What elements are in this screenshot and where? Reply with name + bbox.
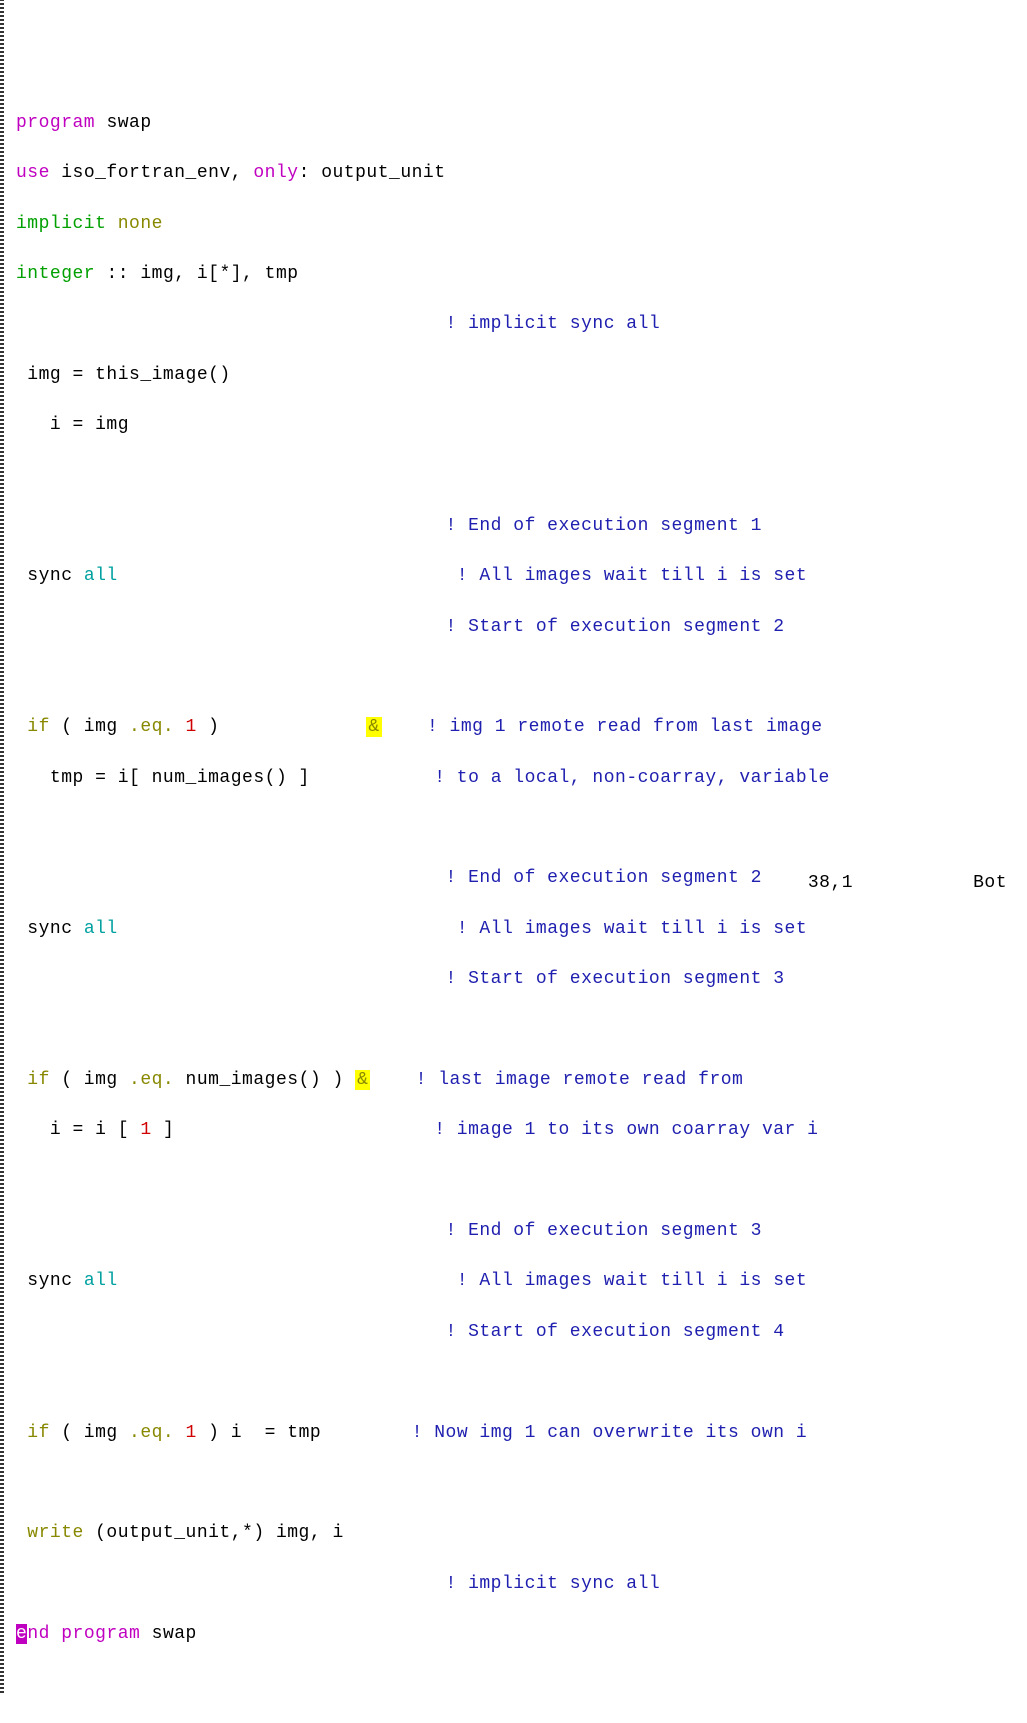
code-line: sync all ! All images wait till i is set bbox=[16, 917, 1027, 942]
comment: ! to a local, non-coarray, variable bbox=[434, 768, 830, 788]
code-editor: program swap use iso_fortran_env, only: … bbox=[0, 0, 1027, 1723]
rest: ) i = tmp bbox=[197, 1423, 321, 1443]
code-line: sync all ! All images wait till i is set bbox=[16, 1269, 1027, 1294]
keyword-program: program bbox=[16, 113, 95, 133]
keyword-program: program bbox=[50, 1624, 140, 1644]
keyword-none: none bbox=[118, 214, 163, 234]
code-line: ! End of execution segment 3 bbox=[16, 1219, 1027, 1244]
write-args: (output_unit,*) img, i bbox=[84, 1523, 344, 1543]
code-line: ! Start of execution segment 4 bbox=[16, 1320, 1027, 1345]
operator-eq: .eq. bbox=[129, 1070, 174, 1090]
keyword-if: if bbox=[16, 1423, 50, 1443]
code-line: use iso_fortran_env, only: output_unit bbox=[16, 161, 1027, 186]
module-name: iso_fortran_env bbox=[61, 163, 231, 183]
code-line: tmp = i[ num_images() ] ! to a local, no… bbox=[16, 766, 1027, 791]
cursor: e bbox=[16, 1624, 27, 1644]
comment: ! Now img 1 can overwrite its own i bbox=[412, 1423, 808, 1443]
comment: ! Start of execution segment 2 bbox=[445, 617, 784, 637]
paren: ( img bbox=[50, 1070, 129, 1090]
comment: ! Start of execution segment 4 bbox=[445, 1322, 784, 1342]
declarations: :: img, i[*], tmp bbox=[106, 264, 298, 284]
cursor-position: 38,1 bbox=[808, 871, 853, 896]
keyword-only: only bbox=[253, 163, 298, 183]
comment: ! All images wait till i is set bbox=[457, 566, 807, 586]
code-line: ! implicit sync all bbox=[16, 312, 1027, 337]
code-line bbox=[16, 1169, 1027, 1194]
number-literal: 1 bbox=[174, 1423, 197, 1443]
keyword-implicit: implicit bbox=[16, 214, 106, 234]
operator-eq: .eq. bbox=[129, 717, 174, 737]
comment: ! End of execution segment 1 bbox=[445, 516, 761, 536]
scroll-location: Bot bbox=[973, 871, 1007, 896]
code-line: ! Start of execution segment 3 bbox=[16, 967, 1027, 992]
code-line: i = img bbox=[16, 413, 1027, 438]
comment: ! All images wait till i is set bbox=[457, 919, 807, 939]
number-literal: 1 bbox=[174, 717, 197, 737]
code-line: if ( img .eq. num_images() ) & ! last im… bbox=[16, 1068, 1027, 1093]
assignment: i = img bbox=[16, 415, 129, 435]
keyword-write: write bbox=[16, 1523, 84, 1543]
code-line: integer :: img, i[*], tmp bbox=[16, 262, 1027, 287]
close-paren: ) bbox=[197, 717, 220, 737]
sync-stmt: sync bbox=[16, 566, 84, 586]
paren: ( img bbox=[50, 717, 129, 737]
continuation-amp: & bbox=[355, 1070, 370, 1090]
code-line: ! End of execution segment 1 bbox=[16, 514, 1027, 539]
comment: ! image 1 to its own coarray var i bbox=[434, 1120, 818, 1140]
code-line: sync all ! All images wait till i is set bbox=[16, 564, 1027, 589]
code-line: ! implicit sync all bbox=[16, 1572, 1027, 1597]
operator-eq: .eq. bbox=[129, 1423, 174, 1443]
code-line: img = this_image() bbox=[16, 363, 1027, 388]
assignment: tmp = i[ num_images() ] bbox=[16, 768, 310, 788]
sync-stmt: sync bbox=[16, 1271, 84, 1291]
code-line: write (output_unit,*) img, i bbox=[16, 1521, 1027, 1546]
program-name: swap bbox=[140, 1624, 197, 1644]
unit-name: output_unit bbox=[321, 163, 445, 183]
comment: ! All images wait till i is set bbox=[457, 1271, 807, 1291]
fold-column bbox=[0, 0, 4, 1693]
keyword-all: all bbox=[84, 566, 118, 586]
code-line bbox=[16, 816, 1027, 841]
code-line: end program swap bbox=[16, 1622, 1027, 1647]
keyword-if: if bbox=[16, 1070, 50, 1090]
comment: ! last image remote read from bbox=[416, 1070, 744, 1090]
continuation-amp: & bbox=[366, 717, 381, 737]
code-line: ! Start of execution segment 2 bbox=[16, 615, 1027, 640]
code-line bbox=[16, 1471, 1027, 1496]
keyword-end: nd bbox=[27, 1624, 50, 1644]
code-line bbox=[16, 665, 1027, 690]
keyword-integer: integer bbox=[16, 264, 95, 284]
code-line bbox=[16, 1018, 1027, 1043]
keyword-all: all bbox=[84, 919, 118, 939]
code-line bbox=[16, 1370, 1027, 1395]
status-bar: 38,1 Bot bbox=[0, 867, 1027, 900]
code-line bbox=[16, 463, 1027, 488]
comment: ! img 1 remote read from last image bbox=[427, 717, 823, 737]
program-name: swap bbox=[106, 113, 151, 133]
sync-stmt: sync bbox=[16, 919, 84, 939]
paren: ( img bbox=[50, 1423, 129, 1443]
comment: ! implicit sync all bbox=[445, 314, 660, 334]
comment: ! End of execution segment 3 bbox=[445, 1221, 761, 1241]
comment: ! implicit sync all bbox=[445, 1574, 660, 1594]
code-line: program swap bbox=[16, 111, 1027, 136]
code-line: if ( img .eq. 1 ) & ! img 1 remote read … bbox=[16, 715, 1027, 740]
code-line: i = i [ 1 ] ! image 1 to its own coarray… bbox=[16, 1118, 1027, 1143]
assignment: img = this_image() bbox=[16, 365, 231, 385]
keyword-if: if bbox=[16, 717, 50, 737]
comment: ! Start of execution segment 3 bbox=[445, 969, 784, 989]
colon: : bbox=[299, 163, 310, 183]
keyword-use: use bbox=[16, 163, 50, 183]
rest: num_images() ) bbox=[174, 1070, 355, 1090]
assignment: i = i [ bbox=[16, 1120, 140, 1140]
number-literal: 1 bbox=[140, 1120, 151, 1140]
keyword-all: all bbox=[84, 1271, 118, 1291]
code-line: implicit none bbox=[16, 212, 1027, 237]
close-bracket: ] bbox=[152, 1120, 175, 1140]
code-line: if ( img .eq. 1 ) i = tmp ! Now img 1 ca… bbox=[16, 1421, 1027, 1446]
